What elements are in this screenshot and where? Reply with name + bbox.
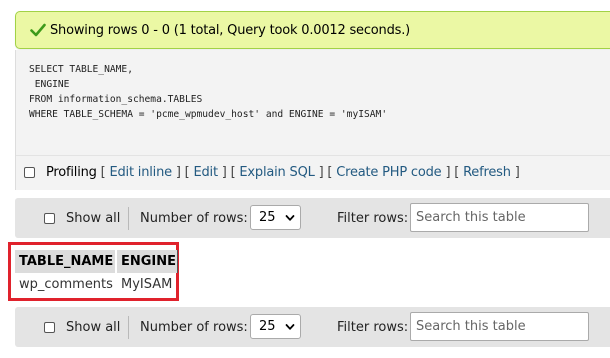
- filter-rows-label: Filter rows:: [337, 319, 409, 335]
- chevron-down-icon: [285, 324, 295, 330]
- number-of-rows-select[interactable]: 25: [250, 205, 301, 230]
- profiling-label: Profiling: [46, 164, 97, 180]
- sql-query-box: SELECT TABLE_NAME, ENGINE FROM informati…: [15, 50, 610, 190]
- chevron-down-icon: [285, 215, 295, 221]
- column-header-engine[interactable]: ENGINE: [115, 250, 178, 273]
- table-cell: wp_comments: [19, 277, 113, 292]
- divider: [128, 207, 129, 230]
- refresh-link[interactable]: Refresh: [463, 165, 511, 180]
- edit-link[interactable]: Edit: [193, 165, 218, 180]
- explain-sql-link[interactable]: Explain SQL: [239, 165, 314, 180]
- table-nav-bottom: Show all Number of rows: 25 Filter rows:…: [15, 307, 610, 347]
- sql-query: SELECT TABLE_NAME, ENGINE FROM informati…: [29, 62, 387, 122]
- divider: [128, 316, 129, 339]
- number-of-rows-select[interactable]: 25: [250, 314, 301, 339]
- show-all-control[interactable]: Show all: [44, 307, 120, 347]
- sql-line: WHERE TABLE_SCHEMA = 'pcme_wpmudev_host'…: [29, 109, 388, 120]
- profiling-checkbox[interactable]: [24, 166, 35, 178]
- divider: [16, 155, 610, 156]
- search-input[interactable]: Search this table: [410, 203, 589, 232]
- column-header-table-name[interactable]: TABLE_NAME: [15, 250, 116, 273]
- create-php-code-link[interactable]: Create PHP code: [336, 165, 441, 180]
- table-header-row: TABLE_NAME ENGINE: [15, 250, 178, 273]
- number-of-rows-label: Number of rows:: [140, 210, 248, 226]
- success-message: Showing rows 0 - 0 (1 total, Query took …: [15, 11, 610, 49]
- number-of-rows-value: 25: [259, 319, 276, 334]
- search-input[interactable]: Search this table: [410, 312, 589, 341]
- success-text: Showing rows 0 - 0 (1 total, Query took …: [50, 23, 411, 38]
- sql-line: ENGINE: [29, 79, 70, 90]
- number-of-rows-label: Number of rows:: [140, 319, 248, 335]
- sql-line: FROM information_schema.TABLES: [29, 94, 203, 105]
- table-cell: MyISAM: [115, 273, 178, 296]
- table-row: wp_comments MyISAM: [15, 273, 178, 296]
- number-of-rows-value: 25: [259, 210, 276, 225]
- filter-rows-label: Filter rows:: [337, 210, 409, 226]
- show-all-control[interactable]: Show all: [44, 198, 120, 238]
- profiling-bar: Profiling [ Edit inline ] [ Edit ] [ Exp…: [24, 163, 520, 181]
- sql-line: SELECT TABLE_NAME,: [29, 64, 133, 75]
- edit-inline-link[interactable]: Edit inline: [109, 165, 172, 180]
- table-nav-top: Show all Number of rows: 25 Filter rows:…: [15, 198, 610, 238]
- show-all-label: Show all: [66, 210, 121, 226]
- show-all-label: Show all: [66, 319, 121, 335]
- show-all-checkbox[interactable]: [44, 321, 55, 333]
- show-all-checkbox[interactable]: [44, 212, 55, 224]
- results-table: TABLE_NAME ENGINE wp_comments MyISAM: [15, 250, 178, 296]
- check-icon: [30, 23, 46, 37]
